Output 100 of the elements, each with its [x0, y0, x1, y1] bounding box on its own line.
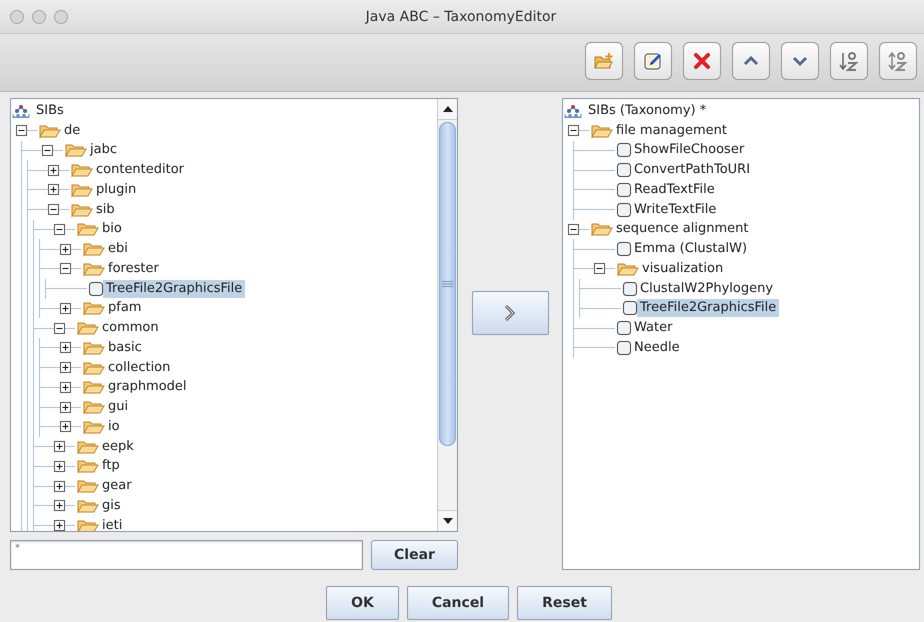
expand-icon[interactable] [54, 441, 65, 452]
tree-item[interactable]: de [61, 122, 84, 140]
checkbox[interactable] [617, 182, 631, 197]
tree-item[interactable]: jabc [87, 141, 120, 160]
tree-item[interactable]: Water [631, 319, 676, 338]
checkbox[interactable] [623, 301, 637, 316]
folder-icon [83, 379, 105, 396]
checkbox[interactable] [617, 321, 631, 336]
tree-item[interactable]: collection [105, 358, 174, 377]
collapse-icon[interactable] [48, 204, 59, 216]
collapse-icon[interactable] [568, 224, 579, 235]
scroll-up-button[interactable] [438, 99, 457, 120]
tree-item[interactable]: ftp [99, 457, 123, 476]
checkbox[interactable] [617, 163, 631, 178]
expand-icon[interactable] [60, 362, 71, 374]
scrollbar[interactable] [437, 99, 457, 531]
collapse-icon[interactable] [42, 144, 53, 156]
dialog-button[interactable]: Cancel [406, 586, 510, 620]
tree-item[interactable]: ShowFileChooser [631, 141, 748, 160]
tree-item[interactable]: eepk [99, 438, 137, 456]
expand-icon[interactable] [54, 500, 65, 512]
tree-item[interactable]: gui [105, 398, 132, 416]
tree-item[interactable]: gear [99, 477, 135, 496]
tree-item[interactable]: ebi [105, 240, 131, 258]
new-folder-button[interactable] [585, 42, 623, 80]
folder-icon [71, 162, 93, 178]
dialog-button[interactable]: Reset [517, 586, 612, 620]
chevron-down-icon [792, 54, 808, 66]
expand-icon[interactable] [54, 520, 65, 531]
checkbox[interactable] [617, 143, 631, 158]
filter-field[interactable]: * [10, 540, 363, 570]
expand-icon[interactable] [60, 402, 71, 413]
up-arrow-icon [442, 106, 452, 112]
expand-icon[interactable] [48, 184, 59, 196]
tree-item[interactable]: sequence alignment [613, 220, 752, 238]
scroll-down-button[interactable] [438, 510, 457, 531]
tree-item[interactable]: Needle [631, 338, 683, 357]
tree-item[interactable]: forester [105, 260, 162, 278]
collapse-icon[interactable] [54, 224, 65, 235]
collapse-icon[interactable] [568, 125, 579, 136]
folder-icon [83, 399, 105, 416]
checkbox[interactable] [617, 242, 631, 256]
tree-item[interactable]: TreeFile2GraphicsFile [103, 280, 246, 298]
tree-item[interactable]: ClustalW2Phylogeny [637, 280, 776, 298]
expand-icon[interactable] [60, 382, 71, 393]
chevron-right-icon [503, 304, 517, 322]
tree-item[interactable]: visualization [639, 260, 726, 278]
tree-item[interactable]: common [99, 319, 162, 338]
collapse-icon[interactable] [54, 322, 65, 334]
folder-icon [83, 260, 105, 277]
expand-icon[interactable] [60, 302, 71, 314]
tree-item[interactable]: ReadTextFile [631, 180, 718, 199]
collapse-icon[interactable] [60, 263, 71, 274]
move-up-button[interactable] [732, 42, 770, 80]
tree-item[interactable]: plugin [93, 180, 140, 199]
tree-root-label[interactable]: SIBs [33, 102, 67, 120]
tree-item[interactable]: file management [613, 122, 730, 140]
sort-descending-button[interactable] [879, 42, 917, 80]
expand-icon[interactable] [60, 342, 71, 354]
folder-icon [77, 458, 99, 474]
tree-item[interactable]: contenteditor [93, 161, 188, 180]
folder-icon [591, 122, 613, 139]
add-to-taxonomy-button[interactable] [472, 291, 548, 335]
tree-item[interactable]: WriteTextFile [631, 200, 720, 219]
cross-icon [693, 52, 711, 70]
tree-item[interactable]: io [105, 418, 123, 436]
scrollbar-thumb[interactable] [439, 122, 456, 446]
folder-icon [83, 360, 105, 376]
checkbox[interactable] [623, 282, 637, 296]
tree-item[interactable]: pfam [105, 299, 144, 318]
chevron-up-icon [743, 54, 759, 66]
tree-root-label[interactable]: SIBs (Taxonomy) * [585, 102, 710, 120]
edit-button[interactable] [634, 42, 672, 80]
collapse-icon[interactable] [16, 125, 27, 136]
folder-icon [617, 260, 639, 277]
expand-icon[interactable] [60, 244, 71, 255]
dialog-button[interactable]: OK [326, 586, 399, 620]
tree-item[interactable]: ieti [99, 516, 126, 531]
tree-item[interactable]: gis [99, 496, 124, 515]
folder-icon [77, 518, 99, 531]
checkbox[interactable] [89, 282, 103, 296]
expand-icon[interactable] [54, 460, 65, 472]
checkbox[interactable] [617, 202, 631, 217]
checkbox[interactable] [617, 340, 631, 355]
tree-item[interactable]: Emma (ClustalW) [631, 240, 750, 258]
move-down-button[interactable] [781, 42, 819, 80]
grip-icon [442, 281, 453, 287]
tree-item[interactable]: bio [99, 220, 125, 238]
expand-icon[interactable] [48, 164, 59, 176]
delete-button[interactable] [683, 42, 721, 80]
tree-item[interactable]: sib [93, 200, 118, 219]
sort-ascending-button[interactable] [830, 42, 868, 80]
clear-button[interactable]: Clear [371, 540, 458, 570]
expand-icon[interactable] [60, 421, 71, 432]
tree-item[interactable]: graphmodel [105, 378, 190, 396]
expand-icon[interactable] [54, 480, 65, 492]
collapse-icon[interactable] [594, 263, 605, 274]
tree-item[interactable]: TreeFile2GraphicsFile [637, 299, 780, 318]
tree-item[interactable]: basic [105, 338, 145, 357]
tree-item[interactable]: ConvertPathToURI [631, 161, 754, 180]
